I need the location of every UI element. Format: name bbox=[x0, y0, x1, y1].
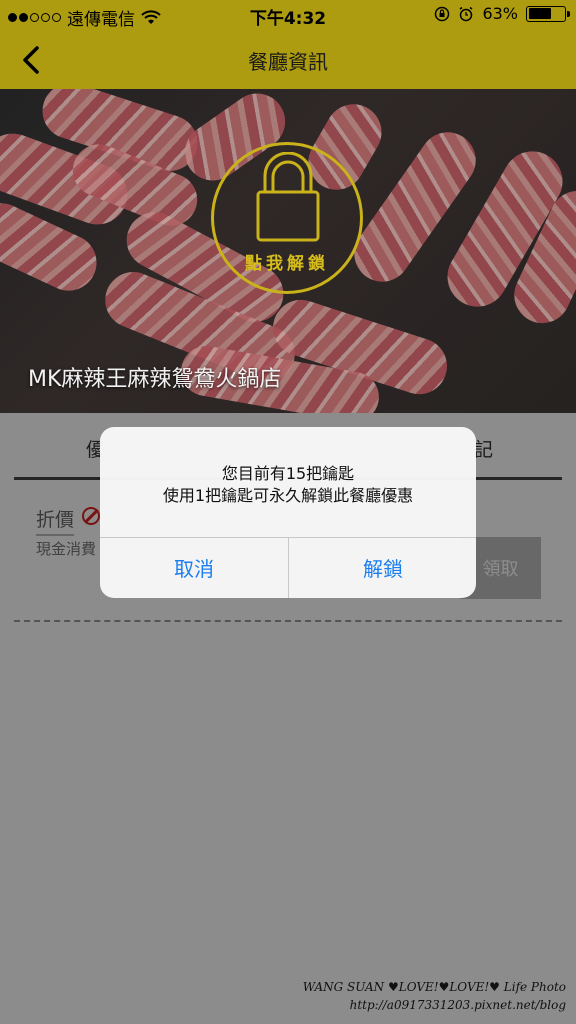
page-title: 餐廳資訊 bbox=[248, 50, 328, 74]
status-bar: 遠傳電信 下午4:32 63% bbox=[0, 0, 576, 30]
alert-message-line2: 使用1把鑰匙可永久解鎖此餐廳優惠 bbox=[162, 486, 414, 505]
unlock-label: 點我解鎖 bbox=[245, 254, 329, 274]
restaurant-hero-image: 點我解鎖 MK麻辣王麻辣鴛鴦火鍋店 bbox=[0, 89, 576, 413]
watermark-line2: http://a0917331203.pixnet.net/blog bbox=[349, 998, 566, 1012]
status-right: 63% bbox=[434, 4, 570, 23]
watermark-line1: WANG SUAN ♥LOVE!♥LOVE!♥ Life Photo bbox=[302, 980, 566, 994]
battery-fill bbox=[528, 8, 551, 19]
battery-percent: 63% bbox=[482, 4, 518, 23]
alert-message-line1: 您目前有15把鑰匙 bbox=[221, 464, 355, 483]
orientation-lock-icon bbox=[435, 6, 450, 21]
alert-message: 您目前有15把鑰匙 使用1把鑰匙可永久解鎖此餐廳優惠 bbox=[100, 463, 476, 507]
photo-watermark: WANG SUAN ♥LOVE!♥LOVE!♥ Life Photo http:… bbox=[303, 978, 566, 1014]
padlock-icon bbox=[256, 152, 320, 242]
unlock-alert-dialog: 您目前有15把鑰匙 使用1把鑰匙可永久解鎖此餐廳優惠 取消 解鎖 bbox=[100, 427, 476, 598]
restaurant-name: MK麻辣王麻辣鴛鴦火鍋店 bbox=[28, 367, 282, 392]
battery-icon bbox=[526, 5, 570, 22]
navigation-bar: 餐廳資訊 bbox=[0, 30, 576, 89]
alarm-clock-icon bbox=[459, 6, 473, 21]
cancel-button[interactable]: 取消 bbox=[100, 537, 288, 598]
confirm-unlock-button[interactable]: 解鎖 bbox=[289, 537, 476, 598]
